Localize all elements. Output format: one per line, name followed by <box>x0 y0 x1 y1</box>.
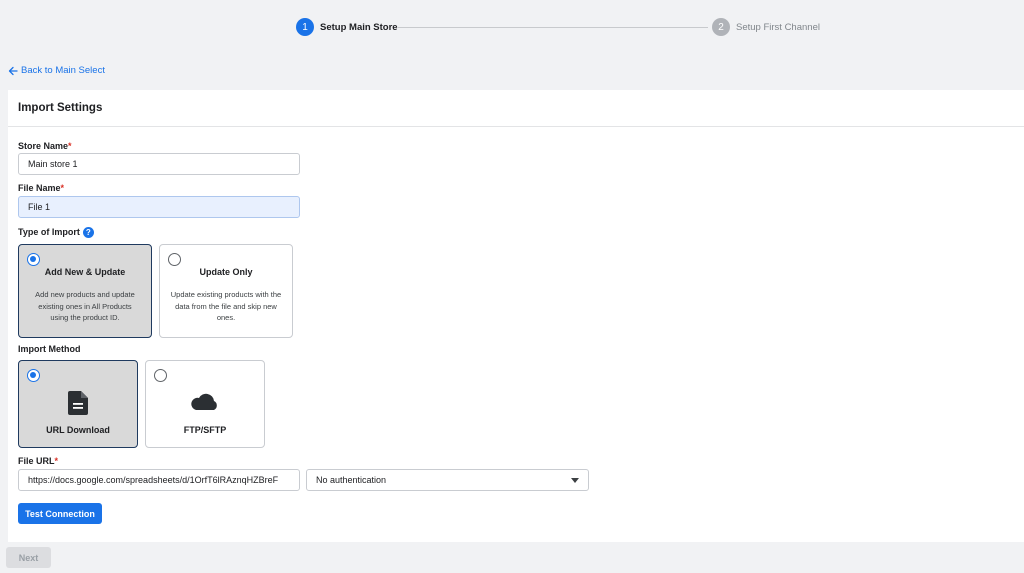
card-description: Update existing products with the data f… <box>170 290 282 322</box>
type-of-import-label: Type of Import? <box>18 227 94 239</box>
help-icon[interactable]: ? <box>82 227 94 239</box>
file-url-input[interactable]: https://docs.google.com/spreadsheets/d/1… <box>18 469 300 491</box>
store-name-label-text: Store Name <box>18 141 69 151</box>
card-title: Add New & Update <box>44 267 126 277</box>
test-connection-button[interactable]: Test Connection <box>18 503 102 524</box>
type-of-import-label-text: Type of Import <box>18 227 80 237</box>
step-number: 2 <box>712 18 730 36</box>
required-mark: * <box>68 141 72 151</box>
required-mark: * <box>60 183 65 193</box>
authentication-select[interactable]: No authentication <box>306 469 589 491</box>
stepper-connector <box>398 27 708 28</box>
file-url-label-text: File URL <box>18 456 55 466</box>
step-setup-main-store: 1 Setup Main Store <box>296 18 398 36</box>
chevron-down-icon <box>571 477 579 483</box>
file-name-label-text: File Name <box>18 183 61 193</box>
card-title: Update Only <box>199 267 253 277</box>
file-name-label: File Name* <box>18 183 64 193</box>
store-name-label: Store Name* <box>18 141 72 151</box>
import-method-label: Import Method <box>18 344 81 354</box>
next-button[interactable]: Next <box>6 547 51 568</box>
cloud-icon <box>146 393 264 413</box>
import-method-ftp-sftp-card[interactable]: FTP/SFTP <box>145 360 265 448</box>
document-icon <box>19 391 137 415</box>
step-label: Setup Main Store <box>320 21 398 33</box>
card-title: FTP/SFTP <box>183 425 227 435</box>
radio-button[interactable] <box>168 253 181 266</box>
radio-button[interactable] <box>154 369 167 382</box>
radio-button[interactable] <box>27 253 40 266</box>
back-link-label: Back to Main Select <box>21 65 105 76</box>
arrow-left-icon <box>8 66 18 75</box>
required-mark: * <box>54 456 59 466</box>
step-number: 1 <box>296 18 314 36</box>
card-title: URL Download <box>46 425 110 435</box>
stepper: 1 Setup Main Store 2 Setup First Channel <box>296 18 836 38</box>
authentication-select-value: No authentication <box>316 475 387 485</box>
import-settings-panel: Import Settings Store Name* Main store 1… <box>8 90 1024 542</box>
import-type-update-only-card[interactable]: Update Only Update existing products wit… <box>159 244 293 338</box>
step-label: Setup First Channel <box>736 21 820 33</box>
import-method-url-download-card[interactable]: URL Download <box>18 360 138 448</box>
file-url-label: File URL* <box>18 456 58 466</box>
page-title: Import Settings <box>18 102 103 114</box>
card-description: Add new products and update existing one… <box>35 290 135 322</box>
step-setup-first-channel: 2 Setup First Channel <box>712 18 820 36</box>
panel-header: Import Settings <box>8 90 1024 127</box>
radio-button[interactable] <box>27 369 40 382</box>
back-to-main-select-link[interactable]: Back to Main Select <box>8 65 105 76</box>
import-type-add-new-update-card[interactable]: Add New & Update Add new products and up… <box>18 244 152 338</box>
store-name-input[interactable]: Main store 1 <box>18 153 300 175</box>
file-name-input[interactable]: File 1 <box>18 196 300 218</box>
